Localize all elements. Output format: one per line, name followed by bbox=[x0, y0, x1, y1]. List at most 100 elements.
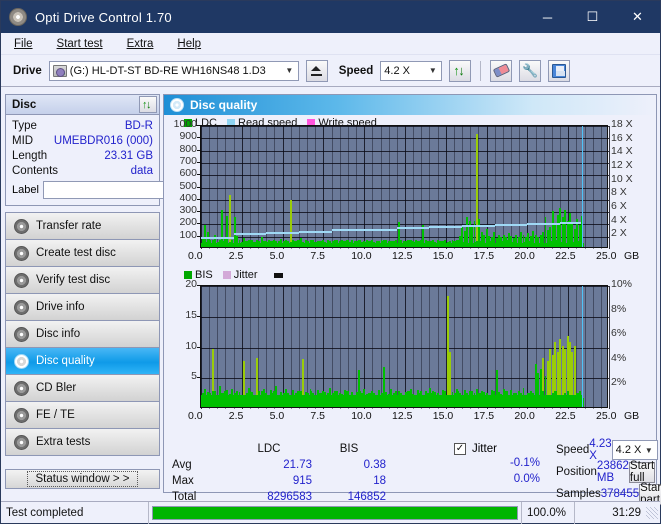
legend-label: Jitter bbox=[233, 269, 258, 281]
y-axis-tick-label: 800 bbox=[179, 142, 197, 155]
jitter-max-value: 0.0% bbox=[513, 473, 540, 485]
sidebar-item-create-test-disc[interactable]: Create test disc bbox=[6, 240, 159, 267]
sidebar-item-drive-info[interactable]: Drive info bbox=[6, 294, 159, 321]
y-axis-tick-label: 400 bbox=[179, 191, 197, 204]
save-button[interactable] bbox=[548, 59, 571, 82]
chart2-plot-area bbox=[200, 285, 610, 409]
status-window-button-label: Status window > > bbox=[26, 471, 139, 487]
ldc-chart: 100 200 300 400 500 600 700 800 900 1000 2 X4 X6 … bbox=[164, 118, 661, 264]
read-speed-line bbox=[298, 230, 332, 233]
sidebar-item-disc-info[interactable]: Disc info bbox=[6, 321, 159, 348]
window-controls: ─ ☐ ✕ bbox=[525, 1, 660, 33]
x-axis-tick-label: 12.5 bbox=[392, 250, 413, 262]
table-row: Max 915 18 bbox=[172, 473, 462, 489]
start-full-button[interactable]: Start full bbox=[628, 460, 656, 484]
position-row: Position 23862 MB Start full bbox=[556, 460, 656, 484]
disc-length-value: 23.31 GB bbox=[104, 149, 153, 162]
gridline-horizontal bbox=[201, 126, 609, 127]
disc-info-panel: Type BD-R MID UMEBDR016 (000) Length 23.… bbox=[5, 114, 246, 206]
progress-bar bbox=[152, 505, 518, 520]
speed-select[interactable]: 4.2 X ▼ bbox=[380, 60, 443, 81]
speed-label: Speed bbox=[338, 64, 374, 77]
drive-select[interactable]: (G:) HL-DT-ST BD-RE WH16NS48 1.D3 ▼ bbox=[48, 60, 299, 81]
menu-item-file[interactable]: File bbox=[11, 36, 36, 52]
disc-row-contents: Contents data bbox=[12, 163, 153, 178]
main-panel-header: Disc quality bbox=[164, 95, 656, 115]
menu-item-help[interactable]: Help bbox=[174, 36, 204, 52]
y2-axis-tick-label: 4% bbox=[611, 351, 627, 364]
maximize-button[interactable]: ☐ bbox=[570, 1, 615, 33]
eject-button[interactable] bbox=[305, 59, 328, 82]
y-axis-tick-label: 1000 bbox=[173, 118, 197, 130]
toolbar: Drive (G:) HL-DT-ST BD-RE WH16NS48 1.D3 … bbox=[1, 55, 660, 87]
sidebar-item-fe-te[interactable]: FE / TE bbox=[6, 402, 159, 429]
disc-icon bbox=[14, 299, 29, 315]
x-axis-tick-label: 0.0 bbox=[188, 250, 203, 262]
minimize-button[interactable]: ─ bbox=[525, 1, 570, 33]
y-axis-tick-label: 900 bbox=[179, 130, 197, 143]
chevron-down-icon: ▼ bbox=[644, 445, 653, 455]
status-bar: Test completed 100.0% 31:29 bbox=[1, 501, 660, 524]
bis-chart: 5 10 15 20 2% 4% 6% 8% 10% 0.0 2.5 5.0 7.5 10.0 12.5… bbox=[164, 278, 661, 424]
erase-button[interactable] bbox=[490, 59, 513, 82]
disc-quality-icon bbox=[170, 98, 184, 112]
sidebar-item-extra-tests[interactable]: Extra tests bbox=[6, 429, 159, 456]
disc-mid-label: MID bbox=[12, 134, 34, 147]
sidebar-item-cd-bler[interactable]: CD Bler bbox=[6, 375, 159, 402]
test-controls: Speed 4.23 X 4.2 X ▼ Position 23862 MB S… bbox=[556, 438, 661, 506]
jitter-avg-value: -0.1% bbox=[509, 457, 540, 469]
disc-icon bbox=[14, 326, 29, 342]
jitter-checkbox-row[interactable]: ✓ Jitter bbox=[454, 441, 544, 457]
y2-axis-tick-label: 10% bbox=[611, 278, 633, 290]
stats-max-ldc: 915 bbox=[292, 475, 312, 487]
chart1-plot-area bbox=[200, 125, 610, 249]
gridline-horizontal bbox=[201, 316, 609, 318]
resize-grip-icon[interactable] bbox=[646, 506, 658, 519]
status-window-button[interactable]: Status window > > bbox=[5, 469, 160, 489]
menu-start-test-label: Start test bbox=[56, 37, 103, 50]
x-axis-unit-label: GB bbox=[624, 250, 640, 262]
sidebar-item-disc-quality[interactable]: Disc quality bbox=[6, 348, 159, 375]
toolbar-separator bbox=[480, 60, 482, 81]
table-row: Avg 21.73 0.38 bbox=[172, 457, 462, 473]
gridline-horizontal bbox=[201, 138, 609, 140]
sidebar-item-label: Disc info bbox=[36, 328, 81, 340]
read-speed-line bbox=[462, 225, 495, 228]
speed-result-value: 4.23 X bbox=[589, 438, 612, 462]
tools-button[interactable]: 🔧 bbox=[519, 59, 542, 82]
read-speed-line bbox=[331, 229, 365, 232]
y-axis-tick-label: 700 bbox=[179, 154, 197, 167]
sidebar-item-verify-test-disc[interactable]: Verify test disc bbox=[6, 267, 159, 294]
menu-item-extra[interactable]: Extra bbox=[124, 36, 157, 52]
disc-label-label: Label bbox=[12, 184, 39, 196]
test-speed-select[interactable]: 4.2 X ▼ bbox=[611, 440, 659, 460]
disc-type-value: BD-R bbox=[124, 119, 153, 132]
close-button[interactable]: ✕ bbox=[615, 1, 660, 33]
read-speed-line bbox=[396, 227, 430, 230]
x-axis-tick-label: 7.5 bbox=[310, 410, 325, 422]
marker-icon bbox=[273, 272, 283, 278]
legend-swatch-icon bbox=[222, 271, 231, 279]
chart1-y-axis: 100 200 300 400 500 600 700 800 900 1000 bbox=[164, 118, 200, 248]
test-speed-value: 4.2 X bbox=[615, 444, 642, 456]
disc-contents-label: Contents bbox=[12, 164, 59, 177]
x-axis-tick-label: 17.5 bbox=[473, 250, 495, 262]
sidebar-item-label: Drive info bbox=[36, 301, 85, 313]
disc-refresh-button[interactable]: ↑ ↓ bbox=[139, 96, 157, 113]
sidebar-item-transfer-rate[interactable]: Transfer rate bbox=[6, 213, 159, 240]
jitter-checkbox[interactable]: ✓ bbox=[454, 443, 466, 455]
x-axis-tick-label: 25.0 bbox=[596, 410, 617, 422]
x-axis-tick-label: 10.0 bbox=[351, 250, 372, 262]
menu-item-start-test[interactable]: Start test bbox=[54, 36, 106, 52]
read-speed-line bbox=[527, 223, 561, 226]
y2-axis-tick-label: 16 X bbox=[611, 131, 633, 144]
chart-baseline-fill bbox=[201, 242, 582, 247]
disc-length-label: Length bbox=[12, 149, 48, 162]
refresh-button[interactable]: ↑ ↓ bbox=[449, 59, 472, 82]
stats-col-bis: BIS bbox=[339, 443, 359, 455]
gridline-horizontal bbox=[201, 150, 609, 152]
read-speed-line bbox=[560, 221, 582, 224]
window-title: Opti Drive Control 1.70 bbox=[35, 9, 172, 25]
gridline-vertical bbox=[609, 126, 610, 249]
position-label: Position bbox=[556, 466, 597, 478]
